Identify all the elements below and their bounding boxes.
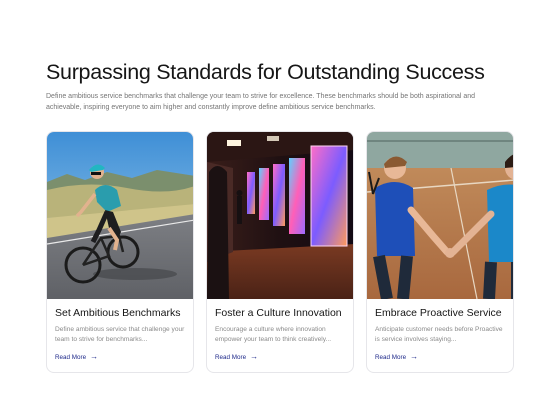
header-section: Surpassing Standards for Outstanding Suc… [46,58,514,113]
arrow-right-icon: → [250,352,259,361]
arrow-right-icon: → [90,352,99,361]
card-title: Embrace Proactive Service [375,307,502,319]
card-title: Set Ambitious Benchmarks [55,307,181,319]
read-more-label: Read More [375,353,407,361]
card-image-gallery [207,132,353,299]
page-title: Surpassing Standards for Outstanding Suc… [46,60,485,84]
card-description: Define ambitious service that challenge … [55,326,185,343]
card-grid: Set Ambitious Benchmarks Define ambitiou… [46,131,514,373]
arrow-right-icon: → [410,352,419,361]
read-more-link[interactable]: Read More → [55,353,98,361]
page-description: Define ambitious service benchmarks that… [46,93,476,111]
card-title: Foster a Culture Innovation [215,307,342,319]
card-description: Anticipate customer needs before Proacti… [375,326,503,343]
card-foster-culture-innovation[interactable]: Foster a Culture Innovation Encourage a … [206,131,354,373]
read-more-label: Read More [55,353,87,361]
card-description: Encourage a culture where innovation emp… [215,326,332,343]
read-more-link[interactable]: Read More → [375,353,418,361]
read-more-label: Read More [215,353,247,361]
card-set-ambitious-benchmarks[interactable]: Set Ambitious Benchmarks Define ambitiou… [46,131,194,373]
card-embrace-proactive-service[interactable]: Embrace Proactive Service Anticipate cus… [366,131,514,373]
read-more-link[interactable]: Read More → [215,353,258,361]
card-image-cyclist [47,132,193,299]
card-image-handshake [367,132,513,299]
